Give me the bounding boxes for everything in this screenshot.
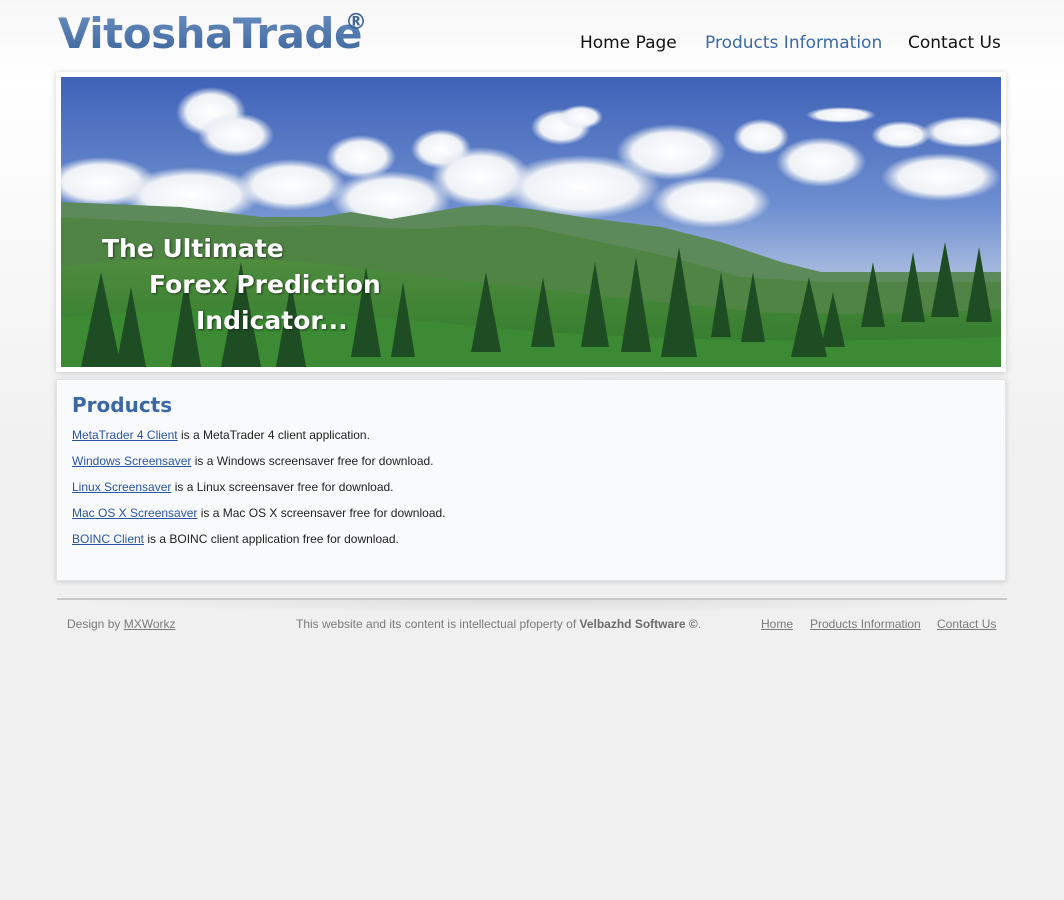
- list-item: Linux Screensaver is a Linux screensaver…: [72, 480, 972, 506]
- product-link-macosx-screensaver[interactable]: Mac OS X Screensaver: [72, 506, 197, 520]
- product-description: is a Linux screensaver free for download…: [171, 480, 394, 494]
- copyright-suffix: .: [697, 617, 702, 631]
- banner-headline-line-1: The Ultimate: [102, 234, 284, 263]
- list-item: Windows Screensaver is a Windows screens…: [72, 454, 972, 480]
- list-item: BOINC Client is a BOINC client applicati…: [72, 532, 972, 558]
- copyright-owner: Velbazhd Software ©: [579, 617, 698, 631]
- product-link-linux-screensaver[interactable]: Linux Screensaver: [72, 480, 171, 494]
- designer-link[interactable]: MXWorkz: [124, 617, 176, 631]
- products-panel: Products MetaTrader 4 Client is a MetaTr…: [56, 379, 1006, 581]
- hero-banner-image: The Ultimate Forex Prediction Indicator.…: [61, 77, 1001, 367]
- copyright-text: This website and its content is intellec…: [296, 617, 580, 631]
- footer: Design by MXWorkz This website and its c…: [0, 617, 1064, 635]
- footer-link-contact-us[interactable]: Contact Us: [937, 617, 996, 631]
- design-credit-label: Design by: [67, 617, 124, 631]
- nav-products-information[interactable]: Products Information: [705, 33, 882, 53]
- product-description: is a BOINC client application free for d…: [144, 532, 399, 546]
- product-description: is a Windows screensaver free for downlo…: [191, 454, 434, 468]
- product-link-windows-screensaver[interactable]: Windows Screensaver: [72, 454, 191, 468]
- nav-contact-us[interactable]: Contact Us: [908, 33, 1001, 53]
- list-item: MetaTrader 4 Client is a MetaTrader 4 cl…: [72, 428, 972, 454]
- product-link-boinc-client[interactable]: BOINC Client: [72, 532, 144, 546]
- footer-link-home[interactable]: Home: [761, 617, 793, 631]
- design-credit: Design by MXWorkz: [67, 617, 175, 631]
- product-description: is a Mac OS X screensaver free for downl…: [197, 506, 446, 520]
- banner-headline-line-2: Forex Prediction: [149, 270, 381, 299]
- section-title: Products: [72, 393, 173, 417]
- copyright-notice: This website and its content is intellec…: [296, 617, 701, 631]
- product-description: is a MetaTrader 4 client application.: [177, 428, 370, 442]
- footer-shadow: [57, 600, 1007, 614]
- nav-home-page[interactable]: Home Page: [580, 33, 677, 53]
- banner-frame: The Ultimate Forex Prediction Indicator.…: [56, 72, 1006, 372]
- main-nav: Home Page Products Information Contact U…: [0, 33, 1064, 55]
- banner-headline-line-3: Indicator...: [196, 306, 348, 335]
- registered-mark: ®: [345, 10, 367, 35]
- product-link-metatrader[interactable]: MetaTrader 4 Client: [72, 428, 178, 442]
- list-item: Mac OS X Screensaver is a Mac OS X scree…: [72, 506, 972, 532]
- footer-link-products-information[interactable]: Products Information: [810, 617, 921, 631]
- products-list: MetaTrader 4 Client is a MetaTrader 4 cl…: [72, 428, 972, 558]
